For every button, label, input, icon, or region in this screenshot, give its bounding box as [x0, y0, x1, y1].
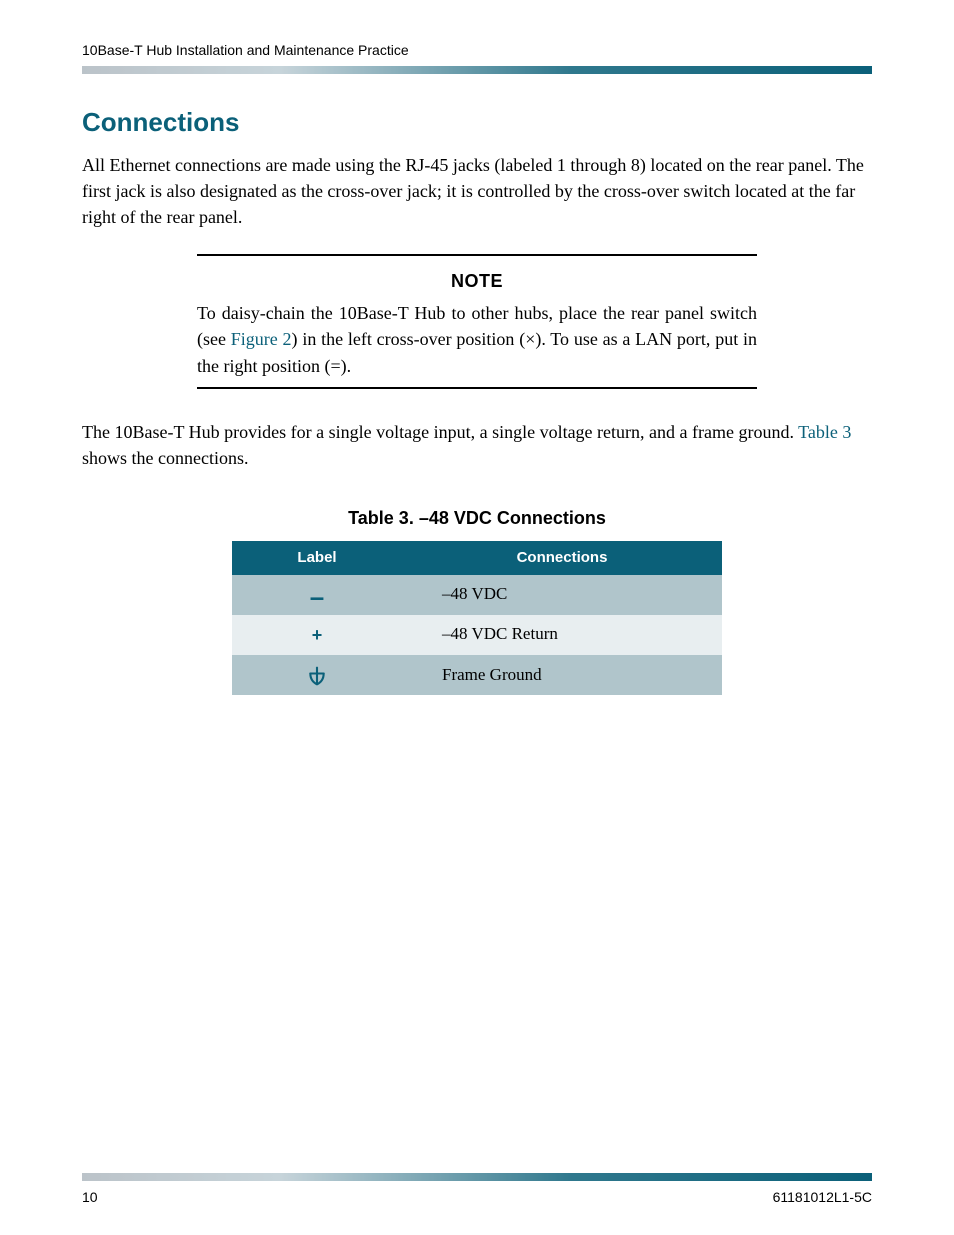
after-note-after: shows the connections.: [82, 448, 248, 468]
table-header-row: Label Connections: [232, 541, 722, 575]
col-header-label: Label: [232, 541, 402, 575]
connection-cell: Frame Ground: [402, 655, 722, 695]
intro-paragraph: All Ethernet connections are made using …: [82, 152, 872, 230]
document-page: 10Base-T Hub Installation and Maintenanc…: [0, 0, 954, 1235]
label-cell: [232, 655, 402, 695]
table-caption: Table 3. –48 VDC Connections: [82, 505, 872, 531]
minus-icon: –: [310, 581, 324, 611]
page-footer: 10 61181012L1-5C: [82, 1173, 872, 1207]
connection-cell: –48 VDC: [402, 575, 722, 615]
document-number: 61181012L1-5C: [773, 1187, 872, 1207]
note-label: NOTE: [197, 268, 757, 294]
page-number: 10: [82, 1187, 98, 1207]
section-heading: Connections: [82, 104, 872, 142]
label-cell: –: [232, 575, 402, 615]
header-rule: [82, 66, 872, 74]
col-header-connections: Connections: [402, 541, 722, 575]
table-row: – –48 VDC: [232, 575, 722, 615]
note-callout: NOTE To daisy-chain the 10Base-T Hub to …: [197, 254, 757, 388]
after-note-before: The 10Base-T Hub provides for a single v…: [82, 422, 798, 442]
running-header: 10Base-T Hub Installation and Maintenanc…: [82, 40, 872, 60]
figure-2-link[interactable]: Figure 2: [231, 329, 292, 349]
table-row: + –48 VDC Return: [232, 615, 722, 655]
label-cell: +: [232, 615, 402, 655]
after-note-paragraph: The 10Base-T Hub provides for a single v…: [82, 419, 872, 471]
ground-icon: [306, 666, 328, 686]
connection-cell: –48 VDC Return: [402, 615, 722, 655]
footer-rule: [82, 1173, 872, 1181]
plus-icon: +: [312, 625, 323, 645]
connections-table: Label Connections – –48 VDC + –48 VDC Re…: [232, 541, 722, 695]
table-3-link[interactable]: Table 3: [798, 422, 851, 442]
table-row: Frame Ground: [232, 655, 722, 695]
note-body: To daisy-chain the 10Base-T Hub to other…: [197, 300, 757, 378]
